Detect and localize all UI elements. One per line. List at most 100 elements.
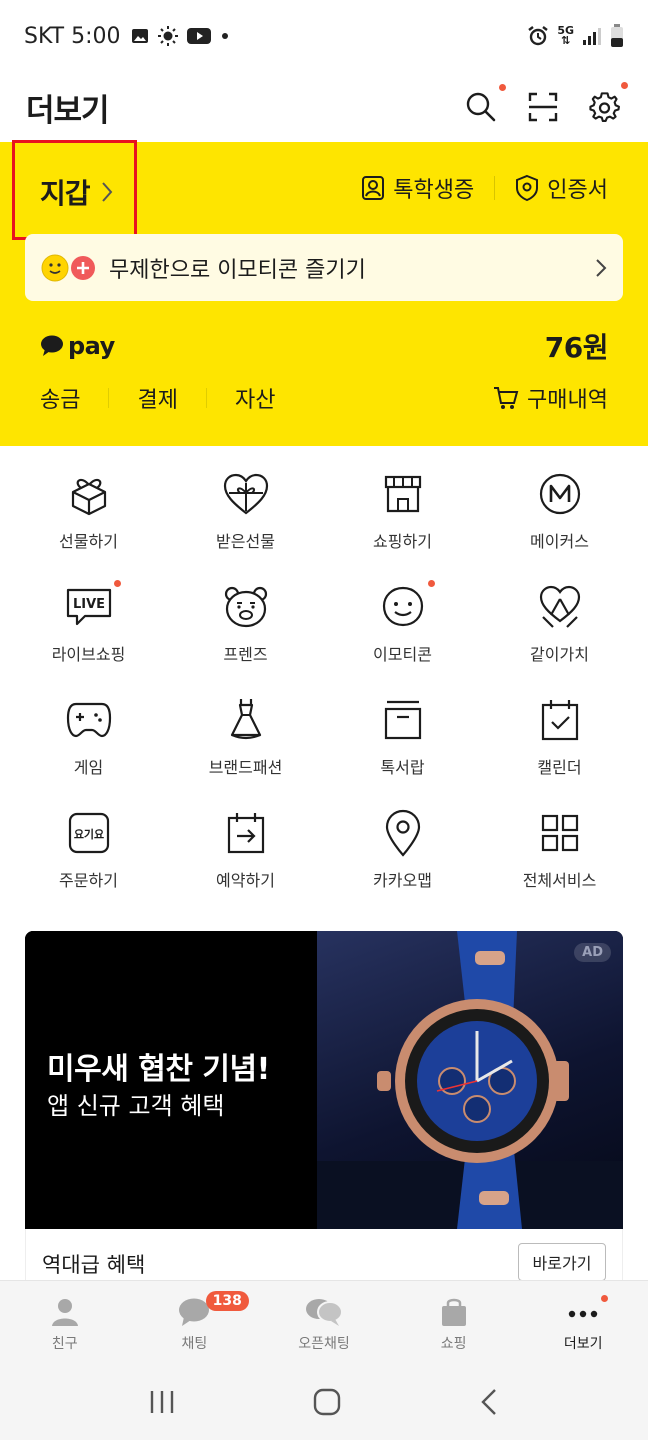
service-label: 예약하기 [216,871,275,890]
carrier-time: SKT 5:00 [24,23,121,49]
emoticon-banner-text: 무제한으로 이모티콘 즐기기 [109,257,366,283]
recent-apps-icon[interactable] [149,1389,175,1415]
purchase-history-link[interactable]: 구매내역 [493,382,608,414]
scan-button[interactable] [526,90,560,124]
service-label: 카카오맵 [373,871,432,890]
service-reservation[interactable]: 예약하기 [167,809,324,892]
divider [205,388,207,408]
tab-open-chat[interactable]: 오픈채팅 [259,1281,389,1364]
tab-shopping[interactable]: 쇼핑 [389,1281,519,1364]
service-label: 라이브쇼핑 [51,645,126,664]
service-label: 이모티콘 [373,645,432,664]
pay-balance[interactable]: 76원 [545,326,609,366]
youtube-icon [186,28,211,44]
settings-button[interactable] [588,82,628,124]
service-talk-drawer[interactable]: 톡서랍 [324,696,481,779]
service-emoticon[interactable]: 이모티콘 [324,580,481,666]
person-icon [51,1299,78,1326]
tab-label: 쇼핑 [440,1336,467,1352]
ad-caption: 역대급 혜택 [42,1253,146,1277]
network-label: 5G [557,24,574,37]
service-shopping[interactable]: 쇼핑하기 [324,470,481,553]
ad-subline: 앱 신규 고객 혜택 [47,1092,225,1120]
pay-row[interactable]: pay 76원 [40,326,609,366]
gift-box-icon [65,470,113,518]
brightness-icon [157,26,178,46]
service-makers[interactable]: 메이커스 [481,470,638,553]
status-right: 5G ⇅ [527,24,624,48]
service-gift[interactable]: 선물하기 [10,470,167,553]
dress-icon [222,696,270,744]
shopping-bag-icon [441,1298,466,1326]
home-icon[interactable] [313,1388,341,1416]
pay-menu-payment[interactable]: 결제 [137,382,205,414]
service-brand-fashion[interactable]: 브랜드패션 [167,696,324,779]
cart-icon [494,387,519,409]
divider [108,388,110,408]
service-order[interactable]: 요기요 주문하기 [10,809,167,892]
tab-label: 오픈채팅 [298,1336,350,1352]
notification-icons [131,26,230,46]
gamepad-icon [65,696,113,744]
friends-bear-icon [222,583,270,631]
tab-more[interactable]: 더보기 [518,1281,648,1364]
service-label: 메이커스 [530,532,589,551]
wallet-quick-links: 톡학생증 인증서 [361,172,608,204]
certificate-label: 인증서 [547,178,608,203]
purchase-history-label: 구매내역 [527,388,608,413]
received-gift-icon [222,470,270,518]
search-notification-dot [499,84,506,91]
service-calendar[interactable]: 캘린더 [481,696,638,779]
status-bar: SKT 5:00 5G ⇅ [0,0,648,72]
network-indicator: 5G ⇅ [557,24,574,47]
reservation-icon [222,809,270,857]
service-friends[interactable]: 프렌즈 [167,583,324,666]
service-label: 톡서랍 [380,758,425,777]
tab-friends[interactable]: 친구 [0,1281,130,1364]
pay-menu-transfer[interactable]: 송금 [40,382,108,414]
makers-icon [536,470,584,518]
ad-headline: 미우새 협찬 기념! [47,1052,270,1087]
order-icon: 요기요 [65,809,113,857]
ad-cta-button[interactable]: 바로가기 [518,1243,606,1281]
ad-badge: AD [574,943,611,962]
settings-notification-dot [621,82,628,89]
tab-chat[interactable]: 138 채팅 [130,1281,260,1364]
wallet-title: 지갑 [40,177,91,210]
more-icon [568,1310,598,1318]
divider [494,176,496,200]
service-label: 게임 [73,758,104,777]
student-id-link[interactable]: 톡학생증 [361,172,474,204]
student-id-icon [362,176,385,200]
heart-ribbon-icon [536,583,584,631]
system-nav-bar [0,1364,648,1440]
service-live-shopping[interactable]: LIVE 라이브쇼핑 [10,580,167,666]
emoticon-banner[interactable]: 무제한으로 이모티콘 즐기기 [25,234,623,301]
wallet-link[interactable]: 지갑 [40,172,114,212]
pay-menu-assets[interactable]: 자산 [235,382,303,414]
back-icon[interactable] [479,1388,499,1416]
tab-label: 친구 [51,1336,78,1352]
services-grid: 선물하기 받은선물 쇼핑하기 메이커스 LIVE 라이브쇼핑 프렌즈 이모티콘 … [10,470,638,892]
bottom-tab-bar: 친구 138 채팅 오픈채팅 쇼핑 더보기 [0,1280,648,1364]
ad-banner[interactable]: 미우새 협찬 기념! 앱 신규 고객 혜택 AD 역대급 혜택 바로가기 [25,931,623,1291]
emoticon-notification-dot [428,580,435,587]
store-icon [379,470,427,518]
service-game[interactable]: 게임 [10,696,167,779]
service-all-services[interactable]: 전체서비스 [481,809,638,892]
certificate-link[interactable]: 인증서 [515,172,608,204]
service-label: 브랜드패션 [208,758,283,777]
tab-label: 더보기 [563,1336,603,1352]
service-label: 쇼핑하기 [373,532,432,551]
service-received-gift[interactable]: 받은선물 [167,470,324,553]
signal-icon [583,28,601,45]
alarm-icon [528,26,549,46]
service-together-value[interactable]: 같이가치 [481,583,638,666]
drawer-icon [379,696,427,744]
gallery-icon [131,29,148,43]
search-button[interactable] [464,84,506,124]
header: 더보기 [0,72,648,142]
service-kakaomap[interactable]: 카카오맵 [324,809,481,892]
speech-bubble-icon [41,335,63,356]
all-services-icon [536,809,584,857]
